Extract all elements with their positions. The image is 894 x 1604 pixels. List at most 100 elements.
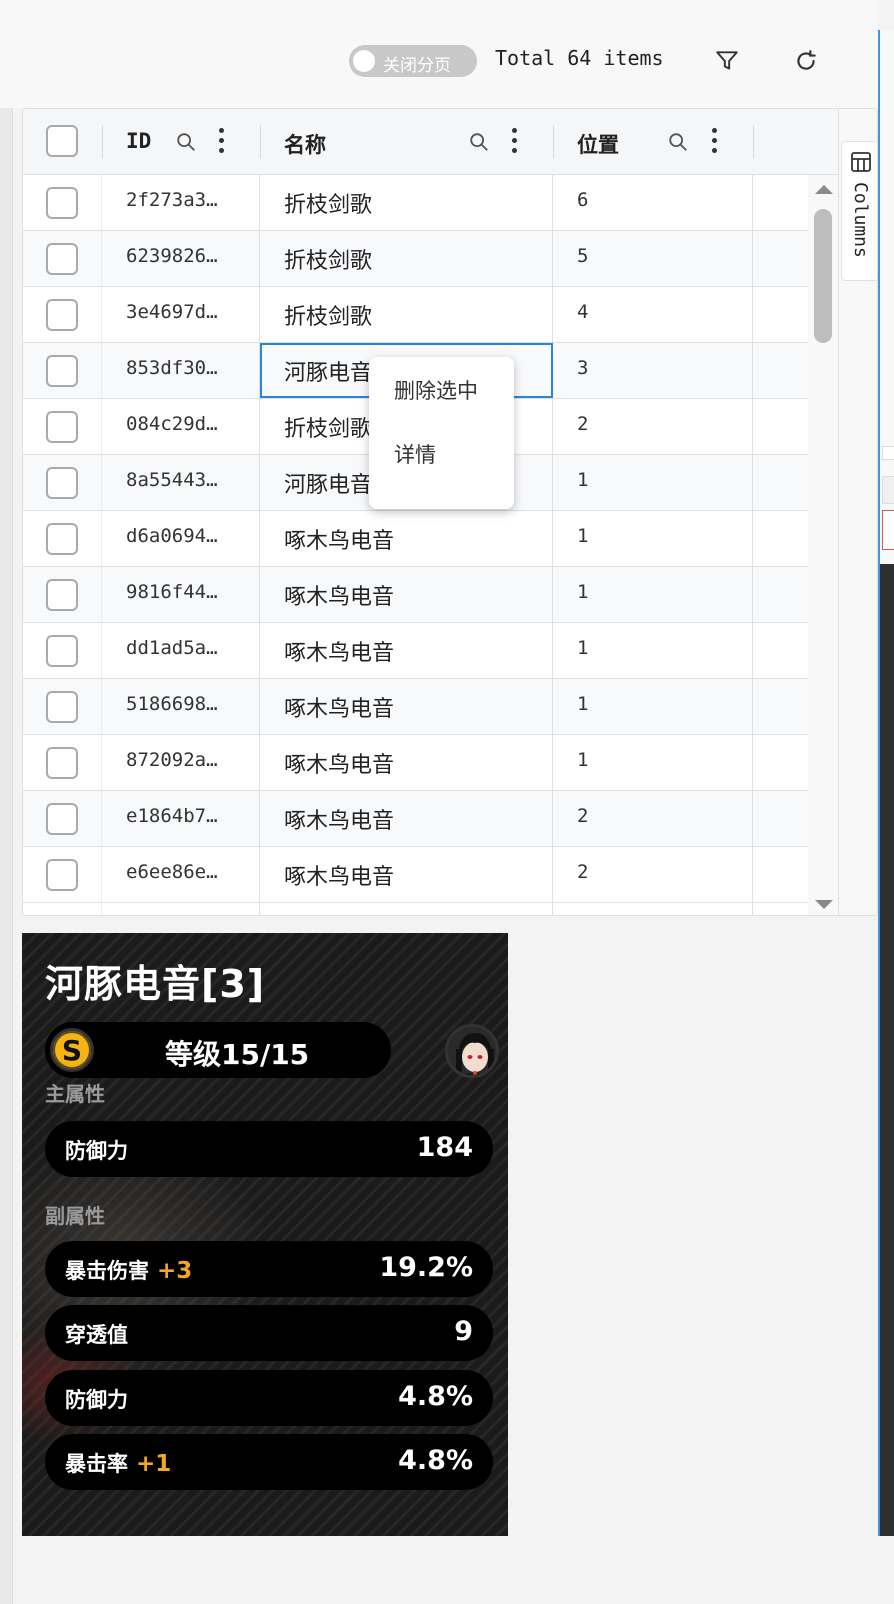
- row-checkbox[interactable]: [46, 299, 78, 331]
- row-checkbox-cell: [23, 735, 102, 790]
- vertical-scrollbar[interactable]: [808, 175, 838, 915]
- menu-item-details[interactable]: 详情: [394, 439, 436, 469]
- table-row[interactable]: 9816f44… 啄木鸟电音 1: [23, 567, 808, 623]
- id-cell[interactable]: 8a55443…: [102, 455, 260, 510]
- main-stat-row: 防御力 184: [45, 1121, 493, 1177]
- id-cell[interactable]: 872092a…: [102, 735, 260, 790]
- table-row[interactable]: 3e4697d… 折枝剑歌 4: [23, 287, 808, 343]
- scrollbar-thumb[interactable]: [814, 209, 832, 343]
- position-cell[interactable]: 3: [553, 343, 753, 398]
- column-name-menu-icon[interactable]: [508, 125, 520, 157]
- row-checkbox-cell: [23, 175, 102, 230]
- row-checkbox-cell: [23, 455, 102, 510]
- page-left-edge: [0, 0, 13, 1604]
- row-checkbox[interactable]: [46, 467, 78, 499]
- id-cell[interactable]: 084c29d…: [102, 399, 260, 454]
- columns-icon: [851, 152, 871, 172]
- partial-cell: [23, 903, 102, 915]
- row-checkbox[interactable]: [46, 187, 78, 219]
- id-cell[interactable]: e6ee86e…: [102, 847, 260, 902]
- pagination-toggle[interactable]: 关闭分页: [349, 45, 477, 77]
- stat-value: 4.8%: [398, 1445, 473, 1476]
- position-cell[interactable]: 1: [553, 735, 753, 790]
- column-header-name[interactable]: 名称: [284, 129, 326, 159]
- row-checkbox[interactable]: [46, 523, 78, 555]
- row-checkbox[interactable]: [46, 803, 78, 835]
- name-cell[interactable]: 啄木鸟电音: [260, 623, 553, 678]
- table-row[interactable]: d6a0694… 啄木鸟电音 1: [23, 511, 808, 567]
- position-cell[interactable]: 2: [553, 791, 753, 846]
- name-cell[interactable]: 折枝剑歌: [260, 231, 553, 286]
- stat-name: 暴击伤害: [65, 1259, 149, 1283]
- position-cell-text: 1: [577, 581, 589, 603]
- position-cell[interactable]: 2: [553, 847, 753, 902]
- row-checkbox[interactable]: [46, 635, 78, 667]
- column-header-id[interactable]: ID: [126, 129, 151, 153]
- column-id-search-icon[interactable]: [175, 131, 197, 153]
- menu-item-delete-selected[interactable]: 删除选中: [394, 375, 478, 405]
- column-name-search-icon[interactable]: [468, 131, 490, 153]
- row-checkbox[interactable]: [46, 747, 78, 779]
- position-cell[interactable]: 6: [553, 175, 753, 230]
- id-cell[interactable]: 5186698…: [102, 679, 260, 734]
- name-cell[interactable]: 折枝剑歌: [260, 287, 553, 342]
- position-cell[interactable]: 1: [553, 511, 753, 566]
- position-cell[interactable]: 5: [553, 231, 753, 286]
- name-cell-text: 折枝剑歌: [284, 305, 373, 330]
- id-cell[interactable]: 2f273a3…: [102, 175, 260, 230]
- position-cell[interactable]: 2: [553, 399, 753, 454]
- row-checkbox[interactable]: [46, 243, 78, 275]
- name-cell[interactable]: 啄木鸟电音: [260, 511, 553, 566]
- filter-button[interactable]: [707, 41, 747, 81]
- right-panel-item: [882, 476, 894, 504]
- name-cell[interactable]: 啄木鸟电音: [260, 847, 553, 902]
- position-cell-text: 2: [577, 413, 589, 435]
- table-row[interactable]: 2f273a3… 折枝剑歌 6: [23, 175, 808, 231]
- table-row[interactable]: e6ee86e… 啄木鸟电音 2: [23, 847, 808, 903]
- name-cell[interactable]: 啄木鸟电音: [260, 567, 553, 622]
- position-cell[interactable]: 1: [553, 455, 753, 510]
- id-cell[interactable]: d6a0694…: [102, 511, 260, 566]
- level-pill: S 等级15/15: [45, 1022, 391, 1078]
- name-cell[interactable]: 折枝剑歌: [260, 175, 553, 230]
- sub-stat-row: 暴击伤害 +3 19.2%: [45, 1241, 493, 1297]
- row-checkbox[interactable]: [46, 859, 78, 891]
- position-cell[interactable]: 1: [553, 679, 753, 734]
- table-row[interactable]: 6239826… 折枝剑歌 5: [23, 231, 808, 287]
- total-items-count: Total 64 items: [495, 46, 664, 70]
- table-row[interactable]: dd1ad5a… 啄木鸟电音 1: [23, 623, 808, 679]
- column-id-menu-icon[interactable]: [215, 125, 227, 157]
- id-cell[interactable]: 853df30…: [102, 343, 260, 398]
- row-checkbox[interactable]: [46, 691, 78, 723]
- columns-panel-tab[interactable]: Columns: [841, 141, 877, 281]
- card-title: 河豚电音[3]: [45, 962, 266, 1006]
- position-cell[interactable]: 1: [553, 567, 753, 622]
- id-cell[interactable]: 9816f44…: [102, 567, 260, 622]
- scroll-down-arrow-icon[interactable]: [815, 900, 833, 909]
- position-cell-text: 6: [577, 189, 589, 211]
- name-cell[interactable]: 啄木鸟电音: [260, 735, 553, 790]
- table-row[interactable]: 5186698… 啄木鸟电音 1: [23, 679, 808, 735]
- scroll-up-arrow-icon[interactable]: [815, 185, 833, 194]
- row-checkbox[interactable]: [46, 579, 78, 611]
- id-cell-text: 872092a…: [126, 749, 218, 771]
- position-cell[interactable]: 1: [553, 623, 753, 678]
- id-cell[interactable]: e1864b7…: [102, 791, 260, 846]
- position-cell[interactable]: 4: [553, 287, 753, 342]
- id-cell[interactable]: 3e4697d…: [102, 287, 260, 342]
- row-checkbox[interactable]: [46, 411, 78, 443]
- row-checkbox[interactable]: [46, 355, 78, 387]
- select-all-checkbox[interactable]: [46, 125, 78, 157]
- column-position-menu-icon[interactable]: [708, 125, 720, 157]
- refresh-button[interactable]: [786, 41, 826, 81]
- row-checkbox-cell: [23, 623, 102, 678]
- table-row[interactable]: 872092a… 啄木鸟电音 1: [23, 735, 808, 791]
- name-cell[interactable]: 啄木鸟电音: [260, 679, 553, 734]
- id-cell[interactable]: dd1ad5a…: [102, 623, 260, 678]
- name-cell[interactable]: 啄木鸟电音: [260, 791, 553, 846]
- stat-value: 9: [454, 1316, 473, 1347]
- id-cell[interactable]: 6239826…: [102, 231, 260, 286]
- column-position-search-icon[interactable]: [667, 131, 689, 153]
- table-row[interactable]: e1864b7… 啄木鸟电音 2: [23, 791, 808, 847]
- column-header-position[interactable]: 位置: [577, 129, 619, 159]
